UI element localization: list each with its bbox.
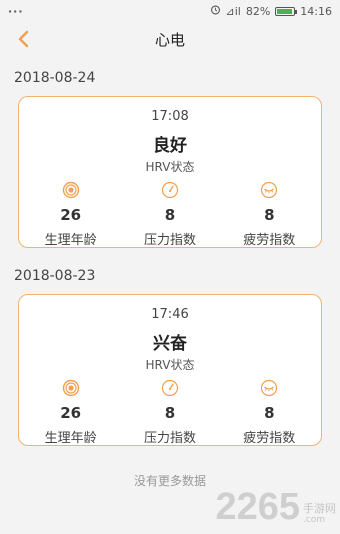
alarm-icon — [210, 4, 221, 18]
metric-label: 生理年龄 — [44, 431, 97, 446]
record-time: 17:46 — [151, 307, 189, 322]
watermark-text: 手游网 .com — [303, 502, 336, 526]
metric-value: 8 — [264, 206, 275, 224]
watermark-number: 2265 — [215, 486, 300, 528]
metric-physiological-age: 26 生理年龄 — [26, 181, 116, 248]
watermark-url: .com — [303, 515, 326, 525]
target-icon — [62, 379, 79, 397]
watermark-logo: 2265 手游网 .com — [215, 488, 336, 526]
hrv-state-value: 良好 — [153, 136, 187, 156]
hrv-state-value: 兴奋 — [153, 334, 187, 354]
status-bar: ··· ⊿il 82% 14:16 — [0, 0, 340, 22]
metric-value: 8 — [264, 404, 275, 422]
metric-value: 8 — [164, 206, 176, 224]
clock-time: 14:16 — [300, 4, 332, 18]
target-icon — [62, 181, 79, 199]
gauge-icon — [161, 181, 179, 199]
metric-label: 生理年龄 — [44, 233, 97, 248]
metric-value: 8 — [164, 404, 176, 422]
metric-value: 26 — [60, 404, 82, 422]
gauge-icon — [161, 379, 179, 397]
record-card[interactable]: 17:08 良好 HRV状态 26 生理年龄 8 压力指数 8 疲劳指数 — [18, 96, 322, 248]
eye-closed-icon — [261, 181, 278, 199]
notification-dots: ··· — [8, 4, 24, 18]
metrics-row: 26 生理年龄 8 压力指数 8 疲劳指数 — [19, 181, 321, 248]
nav-bar: 心电 — [0, 22, 340, 56]
hrv-state-label: HRV状态 — [145, 160, 195, 174]
metric-fatigue-index: 8 疲劳指数 — [224, 181, 314, 248]
back-button[interactable] — [14, 29, 34, 49]
hrv-state-label: HRV状态 — [145, 358, 195, 372]
battery-icon — [275, 6, 298, 16]
page-title: 心电 — [154, 30, 185, 49]
status-right: ⊿il 82% 14:16 — [210, 4, 332, 18]
metric-label: 压力指数 — [143, 431, 196, 446]
eye-closed-icon — [261, 379, 278, 397]
signal-icon: ⊿il — [225, 4, 241, 18]
metric-stress-index: 8 压力指数 — [125, 379, 215, 446]
metric-value: 26 — [60, 206, 82, 224]
record-card[interactable]: 17:46 兴奋 HRV状态 26 生理年龄 8 压力指数 8 疲劳指数 — [18, 294, 322, 446]
metric-fatigue-index: 8 疲劳指数 — [224, 379, 314, 446]
metric-label: 疲劳指数 — [243, 431, 296, 446]
chevron-left-icon — [18, 30, 29, 48]
metric-stress-index: 8 压力指数 — [125, 181, 215, 248]
metric-label: 压力指数 — [143, 233, 196, 248]
watermark-site-name: 手游网 — [303, 502, 336, 515]
metrics-row: 26 生理年龄 8 压力指数 8 疲劳指数 — [19, 379, 321, 446]
battery-percent: 82% — [245, 4, 271, 18]
record-time: 17:08 — [151, 109, 189, 124]
metric-label: 疲劳指数 — [243, 233, 296, 248]
record-date: 2018-08-23 — [14, 268, 96, 284]
record-date: 2018-08-24 — [14, 70, 96, 86]
metric-physiological-age: 26 生理年龄 — [26, 379, 116, 446]
